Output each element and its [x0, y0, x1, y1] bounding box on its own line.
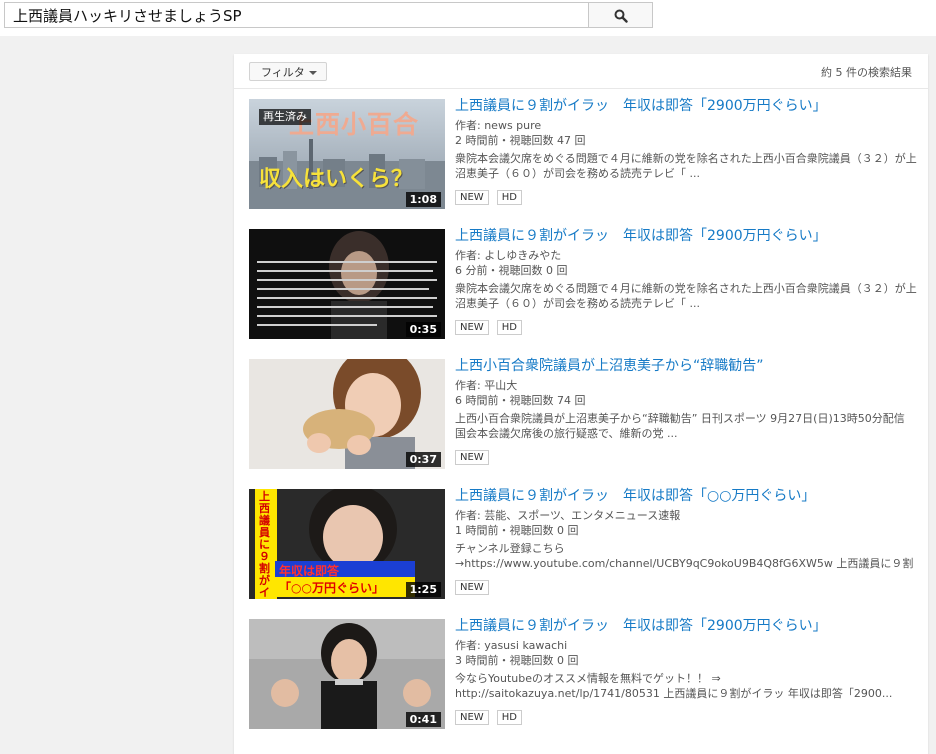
badge-row: NEW — [455, 575, 919, 595]
video-duration: 1:08 — [405, 192, 441, 207]
video-thumbnail[interactable]: 0:35 — [249, 229, 445, 339]
video-thumbnail[interactable]: 0:41 — [249, 619, 445, 729]
result-count: 約 5 件の検索結果 — [821, 66, 912, 79]
new-badge: NEW — [455, 580, 489, 595]
video-description: 上西小百合衆院議員が上沼恵美子から“辞職勧告” 日刊スポーツ 9月27日(日)1… — [455, 412, 905, 440]
badge-row: NEW — [455, 445, 919, 465]
video-stats: 6 時間前・視聴回数 74 回 — [455, 394, 586, 407]
video-duration: 0:41 — [405, 712, 441, 727]
search-bar: 上西議員ハッキリさせましょうSP — [0, 0, 936, 36]
result-item: 上西小百合 収入はいくら？ 再生済み 1:08 上西議員に９割がイラッ 年収は即… — [249, 97, 919, 211]
filter-button[interactable]: フィルタ — [249, 62, 327, 81]
video-stats: 1 時間前・視聴回数 0 回 — [455, 524, 579, 537]
thumbnail-caption: 上西議員に９割がイラッ — [259, 490, 270, 600]
new-badge: NEW — [455, 450, 489, 465]
new-badge: NEW — [455, 710, 489, 725]
video-description: 衆院本会議欠席をめぐる問題で４月に維新の党を除名された上西小百合衆院議員（３２）… — [455, 152, 917, 180]
video-author[interactable]: 作者: yasusi kawachi — [455, 638, 919, 653]
video-title-link[interactable]: 上西議員に９割がイラッ 年収は即答「2900万円ぐらい」 — [455, 227, 919, 245]
video-stats: 3 時間前・視聴回数 0 回 — [455, 654, 579, 667]
hd-badge: HD — [496, 320, 523, 335]
video-thumbnail[interactable]: 上西議員に９割がイラッ 年収は即答 「○○万円ぐらい」 1:25 — [249, 489, 445, 599]
video-duration: 0:35 — [405, 322, 441, 337]
watched-badge: 再生済み — [259, 109, 311, 125]
video-stats: 2 時間前・視聴回数 47 回 — [455, 134, 586, 147]
caret-down-icon — [309, 71, 317, 75]
thumbnail-caption: 「○○万円ぐらい」 — [279, 581, 384, 595]
video-description: 今ならYoutubeのオススメ情報を無料でゲット！！ ⇒ http://sait… — [455, 672, 893, 700]
new-badge: NEW — [455, 190, 489, 205]
video-thumbnail[interactable]: 上西小百合 収入はいくら？ 再生済み 1:08 — [249, 99, 445, 209]
search-input[interactable]: 上西議員ハッキリさせましょうSP — [4, 2, 588, 28]
video-thumbnail[interactable]: 0:37 — [249, 359, 445, 469]
video-description: 衆院本会議欠席をめぐる問題で４月に維新の党を除名された上西小百合衆院議員（３２）… — [455, 282, 917, 310]
video-author[interactable]: 作者: 芸能、スポーツ、エンタメニュース速報 — [455, 508, 919, 523]
video-stats: 6 分前・視聴回数 0 回 — [455, 264, 568, 277]
hd-badge: HD — [496, 190, 523, 205]
video-duration: 1:25 — [405, 582, 441, 597]
result-item: 0:35 上西議員に９割がイラッ 年収は即答「2900万円ぐらい」 作者: よし… — [249, 227, 919, 341]
video-author[interactable]: 作者: news pure — [455, 118, 919, 133]
video-duration: 0:37 — [405, 452, 441, 467]
result-item: 0:41 上西議員に９割がイラッ 年収は即答「2900万円ぐらい」 作者: ya… — [249, 617, 919, 731]
results-panel: フィルタ 約 5 件の検索結果 上西小百合 収入はいくら？ 再生済み 1:08 … — [234, 54, 928, 754]
divider — [234, 88, 928, 89]
video-author[interactable]: 作者: 平山大 — [455, 378, 919, 393]
video-title-link[interactable]: 上西議員に９割がイラッ 年収は即答「2900万円ぐらい」 — [455, 617, 919, 635]
video-title-link[interactable]: 上西議員に９割がイラッ 年収は即答「○○万円ぐらい」 — [455, 487, 919, 505]
result-item: 上西議員に９割がイラッ 年収は即答 「○○万円ぐらい」 1:25 上西議員に９割… — [249, 487, 919, 601]
new-badge: NEW — [455, 320, 489, 335]
video-description: チャンネル登録こちら→https://www.youtube.com/chann… — [455, 542, 914, 570]
video-title-link[interactable]: 上西小百合衆院議員が上沼恵美子から“辞職勧告” — [455, 357, 919, 375]
badge-row: NEW HD — [455, 705, 919, 725]
badge-row: NEW HD — [455, 185, 919, 205]
video-title-link[interactable]: 上西議員に９割がイラッ 年収は即答「2900万円ぐらい」 — [455, 97, 919, 115]
badge-row: NEW HD — [455, 315, 919, 335]
thumbnail-caption: 収入はいくら？ — [259, 167, 414, 192]
hd-badge: HD — [496, 710, 523, 725]
filter-label: フィルタ — [261, 66, 305, 79]
search-icon — [614, 9, 628, 23]
video-author[interactable]: 作者: よしゆきみやた — [455, 248, 919, 263]
thumbnail-caption: 年収は即答 — [279, 564, 340, 578]
search-button[interactable] — [588, 2, 653, 28]
result-item: 0:37 上西小百合衆院議員が上沼恵美子から“辞職勧告” 作者: 平山大 6 時… — [249, 357, 919, 471]
